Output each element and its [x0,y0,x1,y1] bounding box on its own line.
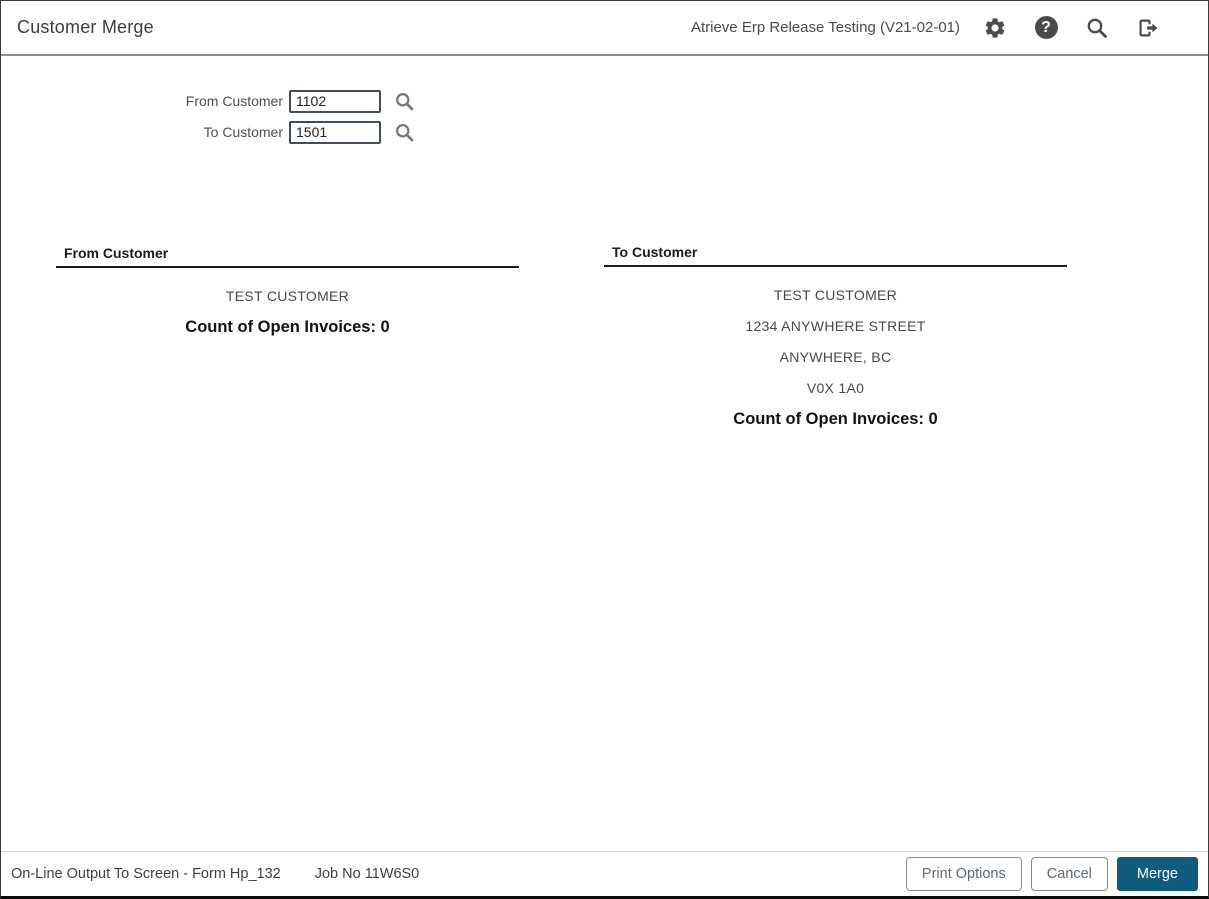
to-customer-name: TEST CUSTOMER [773,287,898,303]
from-customer-panel-body: TEST CUSTOMER Count of Open Invoices: 0 [56,281,519,343]
customer-merge-page: Customer Merge Atrieve Erp Release Testi… [0,0,1209,899]
to-customer-input[interactable] [289,120,381,144]
merge-button[interactable]: Merge [1116,857,1198,891]
logout-icon[interactable] [1136,16,1160,40]
to-customer-postal-code: V0X 1A0 [806,380,865,396]
job-number-text: Job No 11W6S0 [314,866,420,882]
to-customer-city: ANYWHERE, BC [779,349,892,365]
from-customer-panel: From Customer TEST CUSTOMER Count of Ope… [56,245,519,343]
to-customer-panel-body: TEST CUSTOMER 1234 ANYWHERE STREET ANYWH… [604,280,1067,435]
output-status-text: On-Line Output To Screen - Form Hp_132 [11,866,281,882]
search-icon[interactable] [1085,16,1109,40]
settings-gear-icon[interactable] [983,16,1007,40]
to-customer-street: 1234 ANYWHERE STREET [745,318,926,334]
help-glyph: ? [1034,16,1058,39]
app-header: Customer Merge Atrieve Erp Release Testi… [1,1,1208,56]
from-customer-open-invoice-count: Count of Open Invoices: 0 [185,318,390,336]
footer-bar: On-Line Output To Screen - Form Hp_132 J… [1,851,1208,896]
environment-label: Atrieve Erp Release Testing (V21-02-01) [690,19,960,36]
print-options-button[interactable]: Print Options [905,857,1022,891]
from-customer-input[interactable] [289,89,381,113]
cancel-button[interactable]: Cancel [1030,857,1108,891]
from-customer-search-icon[interactable] [394,91,415,112]
to-customer-label: To Customer [203,124,283,140]
page-title: Customer Merge [17,17,154,37]
from-customer-row: From Customer [1,89,415,113]
from-customer-label: From Customer [185,93,283,109]
to-customer-panel-header: To Customer [604,244,1067,267]
to-customer-panel: To Customer TEST CUSTOMER 1234 ANYWHERE … [604,244,1067,435]
to-customer-search-icon[interactable] [394,122,415,143]
to-customer-open-invoice-count: Count of Open Invoices: 0 [733,410,938,428]
header-actions: Atrieve Erp Release Testing (V21-02-01) … [691,16,1160,40]
to-customer-row: To Customer [1,120,415,144]
footer-buttons: Print Options Cancel Merge [905,857,1198,891]
from-customer-name: TEST CUSTOMER [225,288,350,304]
help-icon[interactable]: ? [1034,16,1058,40]
customer-lookup-form: From Customer To Customer [1,89,415,144]
from-customer-panel-header: From Customer [56,245,519,268]
